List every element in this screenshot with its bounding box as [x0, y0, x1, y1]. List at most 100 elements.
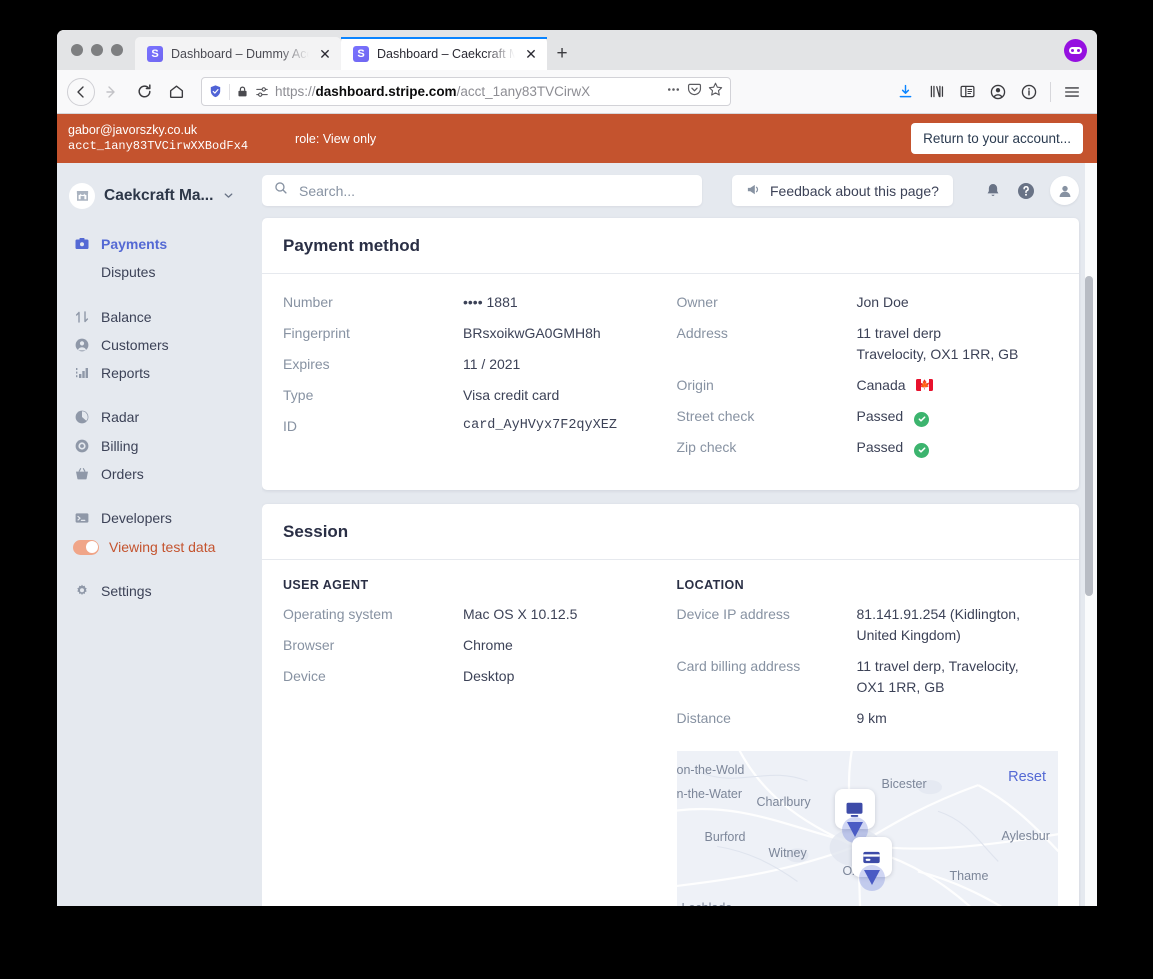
downloads-icon[interactable]: [890, 77, 920, 107]
field-address-line2: Travelocity, OX1 1RR, GB: [856, 346, 1019, 362]
field-owner-label: Owner: [676, 294, 718, 310]
vertical-scrollbar[interactable]: [1085, 276, 1093, 596]
browser-tab-2[interactable]: S Dashboard – Caekcraft Main – S ✕: [341, 37, 547, 70]
back-button[interactable]: [67, 77, 95, 106]
field-expires: Expires 11 / 2021: [283, 354, 671, 375]
field-number: Number •••• 1881: [283, 292, 671, 313]
bell-icon[interactable]: [984, 182, 1002, 200]
field-device-ip-line1: 81.141.91.254 (Kidlington,: [856, 606, 1020, 622]
field-origin-text: Canada: [856, 377, 906, 393]
window-controls: [65, 30, 135, 70]
toolbar-divider: [1050, 81, 1051, 102]
sidebar-toggle-icon[interactable]: [952, 77, 982, 107]
search-input[interactable]: [297, 181, 690, 200]
map-label: Bicester: [881, 777, 927, 791]
url-scheme: https://: [275, 84, 316, 99]
sidebar-item-viewing-test-data[interactable]: Viewing test data: [57, 533, 262, 561]
field-card-billing-address-label: Card billing address: [676, 658, 801, 674]
stripe-favicon-icon: S: [147, 45, 163, 62]
field-distance: Distance 9 km: [677, 708, 1059, 729]
browser-tab-1[interactable]: S Dashboard – Dummy Account 2 ✕: [135, 37, 341, 70]
toolbar-right-icons: [890, 77, 1087, 107]
megaphone-icon: [746, 182, 761, 200]
impersonation-role: role: View only: [295, 131, 377, 146]
field-device-ip-address-value: 81.141.91.254 (Kidlington, United Kingdo…: [857, 604, 1020, 646]
canada-flag-icon: 🍁: [916, 379, 934, 391]
field-card-billing-line1: 11 travel derp, Travelocity,: [856, 658, 1019, 674]
url-divider: [229, 83, 230, 100]
search-box[interactable]: [262, 175, 702, 206]
location-map[interactable]: on-the-Wold n-the-Water Charlbury Bicest…: [676, 751, 1058, 906]
field-distance-label: Distance: [676, 710, 731, 726]
payment-method-left-column: Number •••• 1881 Fingerprint BRsxoikwGA0…: [283, 292, 671, 468]
sidebar-item-billing[interactable]: Billing: [57, 432, 262, 460]
sidebar-item-disputes[interactable]: Disputes: [57, 258, 262, 286]
mask-eye-right: [1077, 48, 1081, 53]
return-to-your-account-button[interactable]: Return to your account...: [911, 123, 1083, 154]
url-text[interactable]: https://dashboard.stripe.com/acct_1any83…: [275, 84, 659, 99]
sidebar-group-1: Payments Disputes: [57, 230, 262, 287]
shield-icon[interactable]: [208, 84, 223, 99]
field-origin-value: Canada 🍁: [857, 375, 934, 396]
close-window-button[interactable]: [71, 44, 83, 56]
mask-extension-icon[interactable]: [1064, 39, 1087, 62]
help-icon[interactable]: [1016, 181, 1036, 201]
field-number-label: Number: [283, 294, 333, 310]
url-path: /acct_1any83TVCirwX: [456, 84, 591, 99]
payments-icon: [73, 235, 91, 253]
sidebar-item-balance[interactable]: Balance: [57, 303, 262, 331]
sidebar-item-settings[interactable]: Settings: [57, 577, 262, 605]
sidebar-item-customers[interactable]: Customers: [57, 331, 262, 359]
feedback-button[interactable]: Feedback about this page?: [732, 175, 953, 206]
library-icon[interactable]: [921, 77, 951, 107]
reload-button[interactable]: [129, 77, 159, 107]
account-switcher[interactable]: Caekcraft Ma...: [57, 173, 262, 218]
reports-icon: [73, 364, 91, 382]
sidebar-item-orders[interactable]: Orders: [57, 460, 262, 488]
session-body: USER AGENT Operating system Mac OS X 10.…: [262, 560, 1079, 906]
browser-tab-strip: S Dashboard – Dummy Account 2 ✕ S Dashbo…: [57, 30, 1097, 70]
test-data-toggle[interactable]: [73, 539, 99, 555]
chevron-down-icon[interactable]: [222, 189, 235, 202]
hamburger-menu-icon[interactable]: [1057, 77, 1087, 107]
bookmark-star-icon[interactable]: [707, 81, 724, 103]
home-button[interactable]: [161, 77, 191, 107]
maximize-window-button[interactable]: [111, 44, 123, 56]
field-origin: Origin Canada 🍁: [677, 375, 1059, 396]
field-expires-label: Expires: [283, 356, 330, 372]
page-info-icon[interactable]: [1014, 77, 1044, 107]
payment-method-body: Number •••• 1881 Fingerprint BRsxoikwGA0…: [262, 274, 1079, 490]
field-street-check: Street check Passed: [677, 406, 1059, 427]
map-label: Witney: [768, 846, 807, 860]
sidebar-item-payments[interactable]: Payments: [57, 230, 262, 258]
minimize-window-button[interactable]: [91, 44, 103, 56]
permissions-icon[interactable]: [255, 85, 269, 99]
close-tab-1-icon[interactable]: ✕: [317, 46, 333, 62]
sidebar-item-viewing-test-data-label: Viewing test data: [109, 538, 216, 555]
orders-icon: [73, 465, 91, 483]
map-label: Thame: [949, 869, 989, 883]
field-type: Type Visa credit card: [283, 385, 671, 406]
sidebar-item-billing-label: Billing: [101, 437, 139, 454]
mask-eye-left: [1070, 48, 1074, 53]
lock-icon[interactable]: [236, 85, 249, 98]
field-device-ip-line2: United Kingdom): [856, 627, 961, 643]
field-expires-value: 11 / 2021: [463, 356, 521, 372]
sidebar-item-disputes-label: Disputes: [101, 264, 156, 281]
sidebar-item-radar[interactable]: Radar: [57, 403, 262, 431]
address-bar[interactable]: https://dashboard.stripe.com/acct_1any83…: [201, 77, 731, 106]
sidebar-item-developers[interactable]: Developers: [57, 504, 262, 532]
field-owner: Owner Jon Doe: [677, 292, 1059, 313]
page-actions-icon[interactable]: [665, 81, 682, 103]
forward-button[interactable]: [97, 77, 127, 107]
sidebar-item-reports[interactable]: Reports: [57, 359, 262, 387]
pocket-icon[interactable]: [686, 81, 703, 103]
map-reset-button[interactable]: Reset: [1008, 769, 1046, 785]
browser-toolbar: https://dashboard.stripe.com/acct_1any83…: [57, 70, 1097, 114]
new-tab-button[interactable]: +: [547, 37, 577, 70]
payment-method-right-column: Owner Jon Doe Address 11 travel derp Tra…: [671, 292, 1059, 468]
search-icon: [274, 181, 288, 200]
account-icon[interactable]: [983, 77, 1013, 107]
avatar[interactable]: [1050, 176, 1079, 205]
close-tab-2-icon[interactable]: ✕: [523, 46, 539, 62]
